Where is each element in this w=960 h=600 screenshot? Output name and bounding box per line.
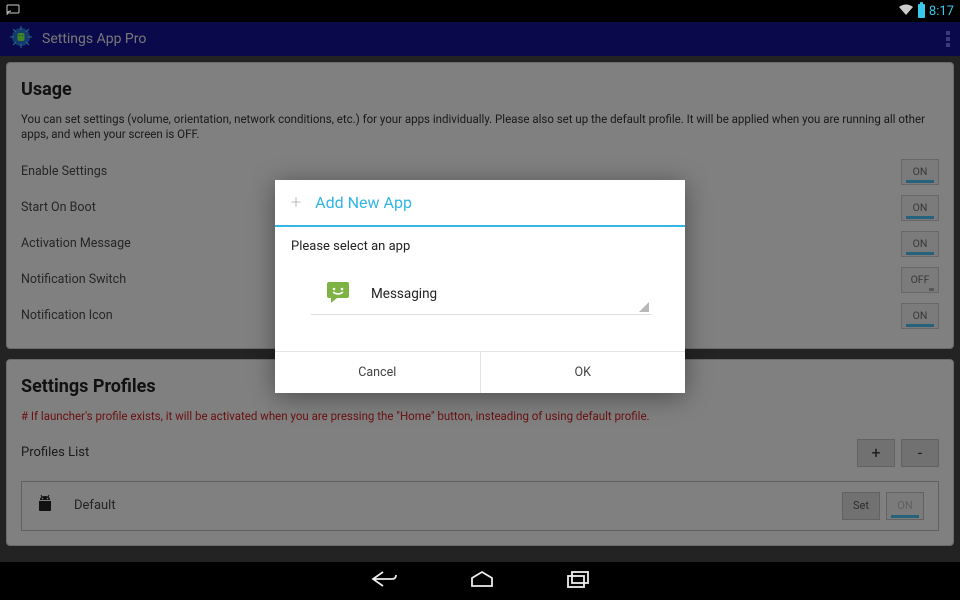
ok-button[interactable]: OK [481,352,686,393]
battery-icon [918,4,925,18]
dialog-header: + Add New App [275,180,685,227]
status-bar: 8:17 [0,0,960,22]
messaging-app-icon [325,280,351,308]
back-icon[interactable] [369,569,399,593]
clock: 8:17 [929,4,954,19]
dialog-prompt: Please select an app [291,239,669,254]
recents-icon[interactable] [565,569,591,593]
wifi-icon [898,4,914,19]
add-app-dialog: + Add New App Please select an app Messa… [275,180,685,393]
cancel-button[interactable]: Cancel [275,352,481,393]
dialog-title: Add New App [315,193,412,212]
selected-app-name: Messaging [371,286,437,302]
navigation-bar [0,562,960,600]
plus-icon: + [291,192,301,213]
app-select-dropdown[interactable]: Messaging [311,270,651,315]
cast-icon [6,4,20,19]
home-icon[interactable] [469,569,495,593]
dropdown-indicator-icon [639,302,649,312]
